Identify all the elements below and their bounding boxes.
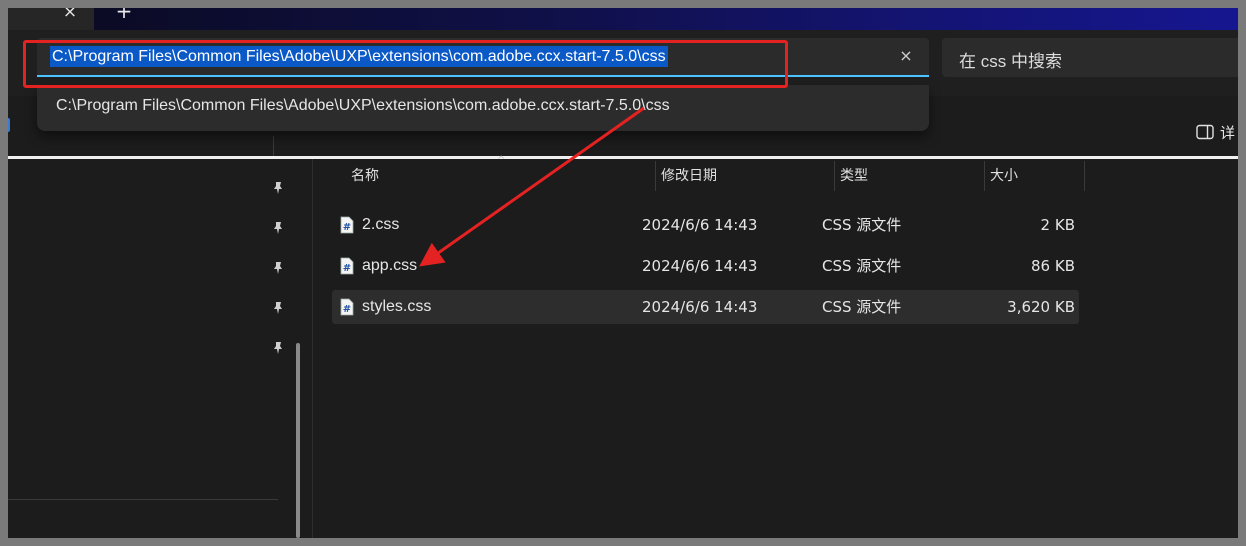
column-separator[interactable] [984, 161, 985, 191]
file-row[interactable]: # app.css 2024/6/6 14:43 CSS 源文件 86 KB [332, 249, 1079, 283]
column-header-type[interactable]: 类型 [840, 161, 868, 191]
sort-ascending-icon: ^ [497, 155, 506, 166]
toolbar-accent-edge [8, 118, 10, 132]
pin-icon[interactable] [270, 260, 286, 276]
pin-icon[interactable] [270, 300, 286, 316]
column-header-name[interactable]: 名称 [351, 161, 379, 191]
tab-bar: × + [8, 8, 1238, 30]
column-separator[interactable] [834, 161, 835, 191]
address-suggestion-item[interactable]: C:\Program Files\Common Files\Adobe\UXP\… [56, 97, 670, 115]
file-row[interactable]: # styles.css 2024/6/6 14:43 CSS 源文件 3,620 KB [332, 290, 1079, 324]
svg-text:#: # [343, 263, 351, 274]
file-row[interactable]: #2.css 2024/6/6 14:43 CSS 源文件 2 KB [332, 208, 1079, 242]
file-type: CSS 源文件 [822, 216, 902, 234]
tab-css[interactable]: × [8, 8, 94, 30]
css-file-icon: # [340, 298, 354, 316]
file-list: ^ 名称 修改日期 类型 大小 #2.css 2024/6/6 14:43 CSS … [313, 155, 1238, 538]
column-header-size[interactable]: 大小 [990, 161, 1018, 191]
clear-address-icon[interactable]: × [895, 45, 917, 67]
file-size: 2 KB [1040, 216, 1075, 234]
navigation-pane [8, 159, 312, 538]
toolbar-divider [273, 136, 274, 158]
column-header-modified[interactable]: 修改日期 [661, 161, 717, 191]
pin-icon[interactable] [270, 180, 286, 196]
pin-icon[interactable] [270, 220, 286, 236]
svg-text:#: # [343, 222, 351, 233]
file-name[interactable]: 2.css [362, 208, 399, 242]
file-type: CSS 源文件 [822, 257, 902, 275]
nav-separator [8, 499, 278, 500]
address-suggestion-dropdown: C:\Program Files\Common Files\Adobe\UXP\… [37, 85, 929, 131]
address-input[interactable]: C:\Program Files\Common Files\Adobe\UXP\… [37, 38, 929, 77]
file-size: 86 KB [1031, 257, 1075, 275]
file-modified: 2024/6/6 14:43 [642, 257, 758, 275]
file-size: 3,620 KB [1007, 298, 1075, 316]
nav-scrollbar[interactable] [296, 343, 300, 538]
file-modified: 2024/6/6 14:43 [642, 216, 758, 234]
svg-text:#: # [343, 304, 351, 315]
new-tab-icon[interactable]: + [114, 8, 134, 23]
details-pane-icon [1196, 124, 1214, 140]
css-file-icon: # [340, 216, 354, 234]
details-button[interactable]: 详 [1196, 120, 1235, 144]
file-type: CSS 源文件 [822, 298, 902, 316]
address-path-text[interactable]: C:\Program Files\Common Files\Adobe\UXP\… [50, 46, 668, 67]
column-separator[interactable] [1084, 161, 1085, 191]
file-name[interactable]: styles.css [362, 290, 431, 324]
search-placeholder: 在 css 中搜索 [959, 52, 1062, 71]
explorer-window: × + C:\Program Files\Common Files\Adobe\… [8, 8, 1238, 538]
search-input[interactable]: 在 css 中搜索 [942, 38, 1238, 77]
pin-icon[interactable] [270, 340, 286, 356]
file-modified: 2024/6/6 14:43 [642, 298, 758, 316]
tab-close-icon[interactable]: × [60, 8, 80, 24]
details-label: 详 [1220, 123, 1236, 142]
css-file-icon: # [340, 257, 354, 275]
file-name[interactable]: app.css [362, 249, 417, 283]
column-separator[interactable] [655, 161, 656, 191]
